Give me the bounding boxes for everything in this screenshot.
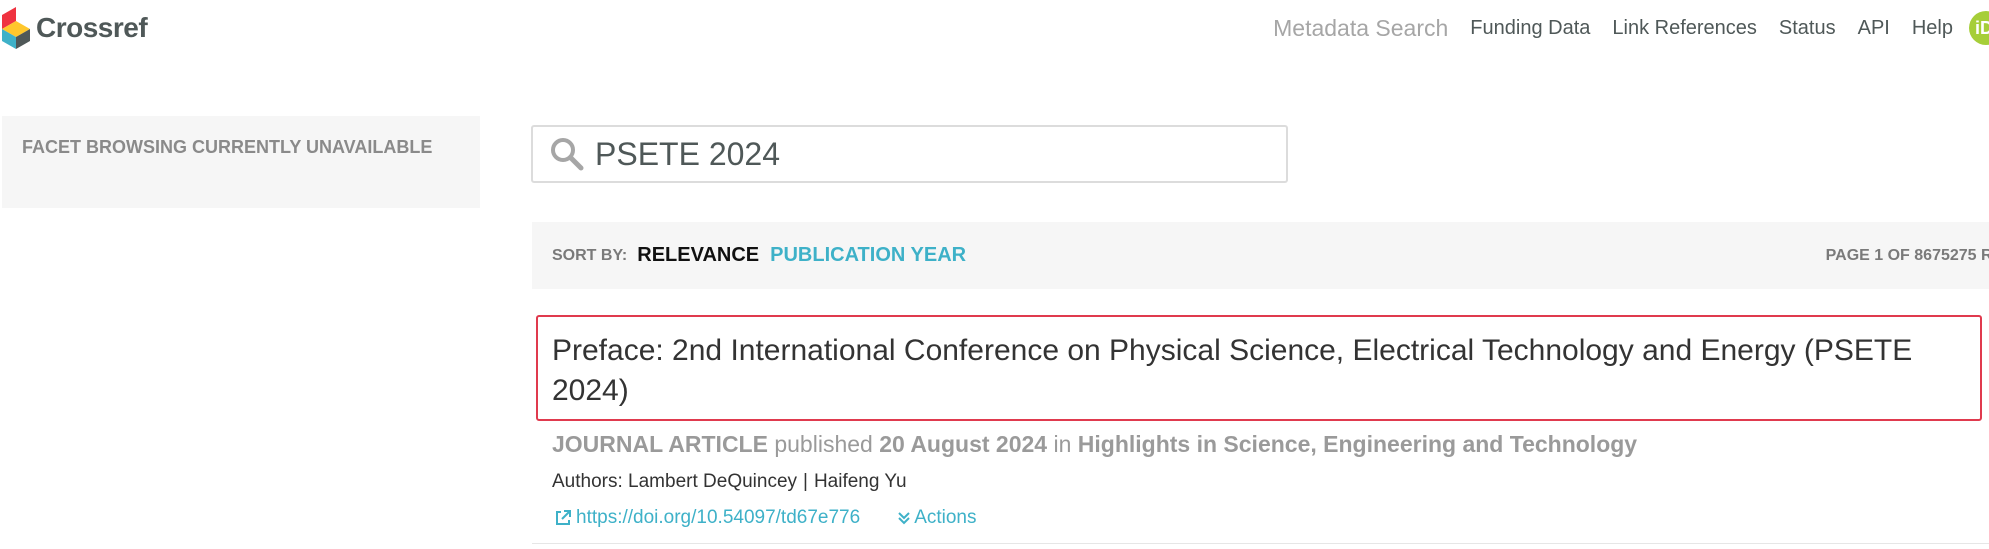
sort-publication-year[interactable]: PUBLICATION YEAR: [770, 244, 966, 267]
logo-text: Crossref: [36, 12, 148, 43]
orcid-signin-icon[interactable]: iD: [1969, 11, 1989, 45]
page-info: PAGE 1 OF 8675275 RI: [1825, 246, 1989, 264]
result-divider: [532, 543, 1989, 544]
result-links: https://doi.org/10.54097/td67e776 Action…: [554, 507, 1986, 529]
result-title[interactable]: Preface: 2nd International Conference on…: [536, 315, 1982, 421]
facet-panel: FACET BROWSING CURRENTLY UNAVAILABLE: [2, 116, 480, 208]
result-meta: JOURNAL ARTICLE published 20 August 2024…: [552, 429, 1986, 459]
search-box: [531, 125, 1288, 183]
sort-by-label: SORT BY:: [552, 246, 628, 264]
nav-metadata-search[interactable]: Metadata Search: [1273, 15, 1448, 42]
nav-funding-data[interactable]: Funding Data: [1470, 17, 1590, 40]
search-icon: [551, 138, 584, 171]
authors-label: Authors:: [552, 471, 623, 492]
result-journal: Highlights in Science, Engineering and T…: [1077, 431, 1638, 457]
doi-link[interactable]: https://doi.org/10.54097/td67e776: [554, 507, 860, 529]
top-navigation: Metadata Search Funding Data Link Refere…: [1251, 0, 1989, 56]
result-type: JOURNAL ARTICLE: [552, 431, 768, 457]
result-date: 20 August 2024: [879, 431, 1048, 457]
published-word: published: [774, 431, 873, 457]
in-word: in: [1053, 431, 1072, 457]
double-chevron-down-icon: [898, 512, 910, 525]
nav-help[interactable]: Help: [1912, 17, 1953, 40]
doi-text: https://doi.org/10.54097/td67e776: [576, 507, 861, 528]
sort-relevance[interactable]: RELEVANCE: [637, 244, 759, 267]
result-item: Preface: 2nd International Conference on…: [536, 315, 1986, 529]
nav-link-references[interactable]: Link References: [1612, 17, 1757, 40]
crossref-logo-icon: [2, 7, 30, 49]
external-link-icon: [556, 510, 571, 525]
nav-status[interactable]: Status: [1779, 17, 1836, 40]
author-name: Lambert DeQuincey: [628, 471, 798, 492]
search-input[interactable]: [595, 135, 1286, 173]
actions-button[interactable]: Actions: [898, 507, 977, 529]
facet-unavailable-text: FACET BROWSING CURRENTLY UNAVAILABLE: [22, 137, 433, 157]
actions-label: Actions: [914, 507, 977, 528]
crossref-logo[interactable]: Crossref: [2, 0, 148, 56]
nav-api[interactable]: API: [1858, 17, 1890, 40]
sort-bar: SORT BY: RELEVANCE PUBLICATION YEAR PAGE…: [532, 222, 1989, 289]
result-authors: Authors: Lambert DeQuincey | Haifeng Yu: [552, 471, 907, 492]
orcid-label: iD: [1975, 17, 1989, 38]
author-name: Haifeng Yu: [813, 471, 907, 492]
